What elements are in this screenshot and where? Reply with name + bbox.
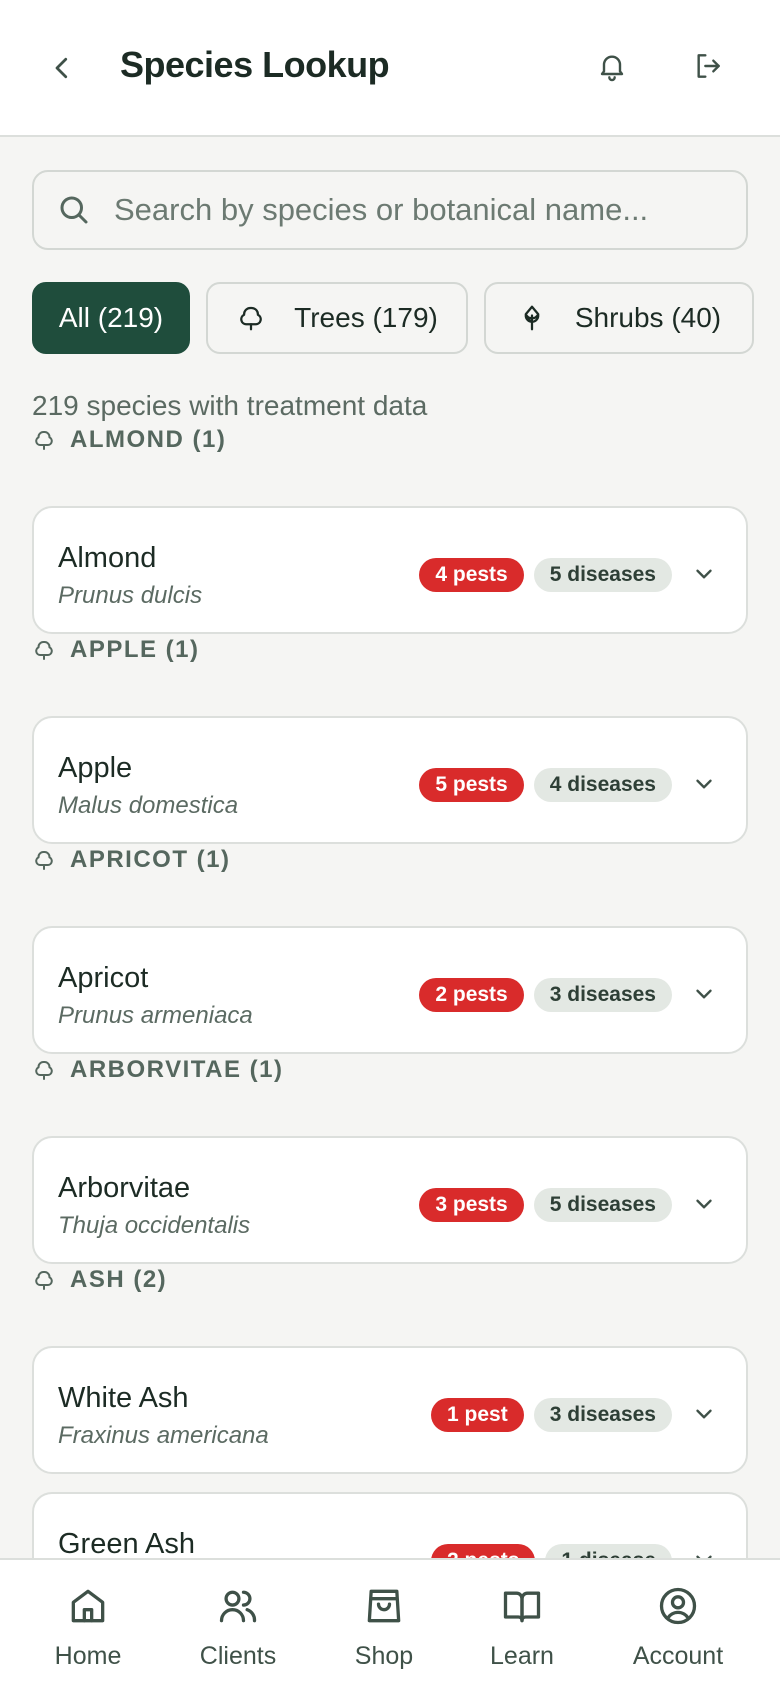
section-header-apricot: APRICOT (1) (32, 844, 231, 876)
nav-account[interactable]: Account (608, 1584, 748, 1674)
section-title: APRICOT (1) (70, 846, 231, 873)
tree-icon (32, 638, 56, 662)
species-name: Green Ash (58, 1528, 196, 1560)
section-header-almond: ALMOND (1) (32, 424, 226, 456)
expand-button[interactable] (688, 768, 720, 800)
nav-label: Learn (490, 1642, 554, 1670)
home-icon (71, 1589, 105, 1623)
shopping-bag-icon (367, 1589, 401, 1623)
chevron-down-icon (696, 989, 712, 999)
species-scientific-name: Prunus dulcis (58, 582, 203, 609)
nav-clients[interactable]: Clients (168, 1584, 308, 1674)
logout-icon (697, 54, 720, 78)
expand-button[interactable] (688, 558, 720, 590)
chevron-down-icon (696, 569, 712, 579)
back-button[interactable] (42, 48, 82, 88)
users-icon (219, 1590, 257, 1623)
nav-label: Account (632, 1642, 724, 1670)
nav-label: Shop (354, 1642, 414, 1670)
shrub-icon (517, 303, 547, 333)
nav-label: Home (54, 1642, 122, 1670)
section-title: ASH (2) (70, 1266, 168, 1293)
species-card-apple[interactable]: Apple Malus domestica 5 pests 4 diseases (32, 716, 748, 844)
species-scientific-name: Thuja occidentalis (58, 1212, 251, 1239)
chevron-down-icon (696, 1409, 712, 1419)
pests-badge: 5 pests (419, 768, 524, 802)
species-name: White Ash (58, 1382, 189, 1414)
badge-group: 4 pests 5 diseases (419, 558, 672, 592)
diseases-badge: 4 diseases (533, 768, 672, 802)
app: Species Lookup All (219) Trees (179) Shr… (0, 0, 780, 1688)
diseases-badge: 5 diseases (533, 558, 672, 592)
search-box (32, 170, 748, 250)
chevron-down-icon (696, 1199, 712, 1209)
tree-icon (32, 848, 56, 872)
pests-badge: 4 pests (419, 558, 524, 592)
badge-group: 2 pests 3 diseases (419, 978, 672, 1012)
bottom-navigation: Home Clients Shop Learn Account (0, 1558, 780, 1688)
notifications-button[interactable] (592, 46, 632, 86)
search-input[interactable] (114, 172, 734, 248)
section-header-arborvitae: ARBORVITAE (1) (32, 1054, 283, 1086)
bell-icon (600, 55, 624, 82)
pests-badge: 1 pest (431, 1398, 524, 1432)
tree-icon (236, 303, 266, 333)
species-card-almond[interactable]: Almond Prunus dulcis 4 pests 5 diseases (32, 506, 748, 634)
filter-trees[interactable]: Trees (179) (206, 282, 468, 354)
species-scientific-name: Fraxinus americana (58, 1422, 269, 1449)
expand-button[interactable] (688, 1188, 720, 1220)
tree-icon (32, 428, 56, 452)
nav-home[interactable]: Home (18, 1584, 158, 1674)
filter-shrubs[interactable]: Shrubs (40) (484, 282, 754, 354)
species-scientific-name: Prunus armeniaca (58, 1002, 253, 1029)
search-icon (60, 196, 88, 224)
section-header-ash: ASH (2) (32, 1264, 167, 1296)
result-count: 219 species with treatment data (32, 390, 428, 421)
section-title: ARBORVITAE (1) (70, 1056, 284, 1083)
nav-label: Clients (199, 1642, 277, 1670)
section-header-apple: APPLE (1) (32, 634, 200, 666)
expand-button[interactable] (688, 978, 720, 1010)
species-card-white-ash[interactable]: White Ash Fraxinus americana 1 pest 3 di… (32, 1346, 748, 1474)
species-name: Arborvitae (58, 1172, 191, 1204)
badge-group: 1 pest 3 diseases (431, 1398, 672, 1432)
species-card-arborvitae[interactable]: Arborvitae Thuja occidentalis 3 pests 5 … (32, 1136, 748, 1264)
tree-icon (32, 1058, 56, 1082)
chevron-down-icon (696, 779, 712, 789)
section-title: APPLE (1) (70, 636, 200, 663)
nav-shop[interactable]: Shop (314, 1584, 454, 1674)
page-title: Species Lookup (120, 44, 390, 85)
diseases-badge: 3 diseases (533, 1398, 672, 1432)
tree-icon (32, 1268, 56, 1292)
nav-learn[interactable]: Learn (452, 1584, 592, 1674)
species-scientific-name: Malus domestica (58, 792, 239, 819)
book-icon (503, 1591, 541, 1623)
filter-all-label: All (219) (58, 302, 164, 333)
diseases-badge: 5 diseases (533, 1188, 672, 1222)
logout-button[interactable] (688, 46, 728, 86)
user-circle-icon (659, 1587, 697, 1625)
filter-shrubs-label: Shrubs (40) (574, 302, 722, 333)
species-card-apricot[interactable]: Apricot Prunus armeniaca 2 pests 3 disea… (32, 926, 748, 1054)
chevron-left-icon (55, 57, 68, 79)
filter-trees-label: Trees (179) (294, 302, 438, 333)
badge-group: 3 pests 5 diseases (419, 1188, 672, 1222)
section-title: ALMOND (1) (70, 426, 227, 453)
species-name: Apple (58, 752, 133, 784)
expand-button[interactable] (688, 1398, 720, 1430)
filter-all[interactable]: All (219) (32, 282, 190, 354)
diseases-badge: 3 diseases (533, 978, 672, 1012)
pests-badge: 2 pests (419, 978, 524, 1012)
top-app-bar: Species Lookup (0, 0, 780, 137)
species-name: Almond (58, 542, 157, 574)
species-name: Apricot (58, 962, 149, 994)
badge-group: 5 pests 4 diseases (419, 768, 672, 802)
pests-badge: 3 pests (419, 1188, 524, 1222)
